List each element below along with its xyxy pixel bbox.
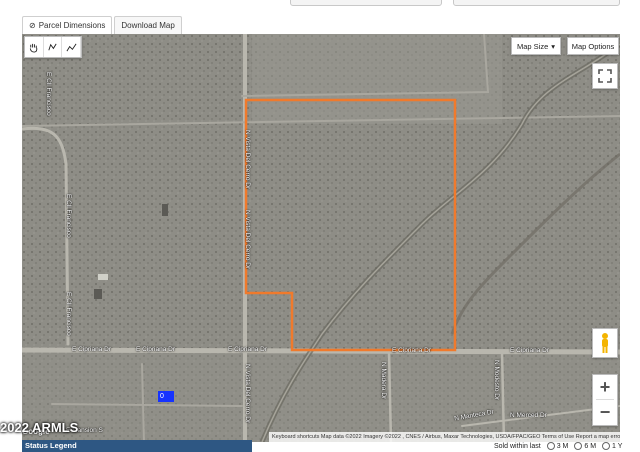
road-label-cll-francisco-3: E Cll Francisco bbox=[65, 292, 72, 336]
road-label-n-madera: N Madera Dr bbox=[380, 362, 387, 400]
road-label-e-cipriana-2: E Cipriana Dr bbox=[136, 346, 176, 353]
road-label-vista-del-cerro-2: N Vista Del Cerro Dr bbox=[244, 210, 251, 270]
radio-icon bbox=[546, 442, 555, 450]
armls-copyright: 2022 ARMLS bbox=[0, 420, 79, 435]
drawing-toolbar bbox=[24, 36, 82, 58]
radio-icon bbox=[574, 442, 583, 450]
no-entry-circle-icon: ⊘ bbox=[29, 21, 36, 30]
chevron-down-icon: ▾ bbox=[551, 41, 556, 51]
sold-within-label: Sold within last bbox=[494, 442, 541, 450]
top-button-right[interactable] bbox=[453, 0, 620, 6]
map-tabs: ⊘ Parcel Dimensions Download Map bbox=[22, 16, 184, 34]
road-label-e-cipriana-5: E Cipriana Dr bbox=[510, 347, 550, 354]
map-imagery bbox=[22, 34, 620, 442]
sold-within-option-1y[interactable]: 1 Y bbox=[602, 442, 622, 450]
fullscreen-button[interactable] bbox=[592, 63, 618, 89]
road-label-vista-del-cerro-3: N Vista Del Cerro Dr bbox=[244, 364, 251, 424]
zoom-control: + − bbox=[592, 374, 618, 426]
sold-within-filter: Sold within last 3 M 6 M 1 Y bbox=[494, 442, 622, 450]
map-options-button[interactable]: Map Options bbox=[567, 37, 619, 55]
zoom-out-button[interactable]: − bbox=[593, 400, 617, 424]
draw-line-icon[interactable] bbox=[62, 37, 82, 57]
road-label-n-merced: N Merced Dr bbox=[510, 412, 547, 419]
sold-within-option-6m[interactable]: 6 M bbox=[574, 442, 596, 450]
tab-parcel-dimensions-label: Parcel Dimensions bbox=[38, 21, 106, 30]
sold-within-option-3m[interactable]: 3 M bbox=[546, 442, 568, 450]
street-view-pegman[interactable] bbox=[592, 328, 618, 358]
road-label-vista-del-cerro-1: N Vista Del Cerro Dr bbox=[244, 130, 251, 190]
road-label-e-cipriana-1: E Cipriana Dr bbox=[72, 346, 112, 353]
map-size-dropdown[interactable]: Map Size ▾ bbox=[511, 37, 561, 55]
tab-parcel-dimensions[interactable]: ⊘ Parcel Dimensions bbox=[22, 16, 113, 34]
radio-icon bbox=[602, 442, 611, 450]
map-options-label: Map Options bbox=[571, 41, 615, 51]
fullscreen-icon bbox=[598, 69, 612, 83]
zoom-in-button[interactable]: + bbox=[593, 375, 617, 399]
status-legend-bar[interactable]: Status Legend bbox=[22, 440, 252, 452]
map-size-label: Map Size bbox=[516, 41, 549, 51]
road-label-cll-francisco-1: E Cll Francisco bbox=[45, 72, 52, 116]
road-label-cll-francisco-2: E Cll Francisco bbox=[65, 194, 72, 238]
listing-marker[interactable]: 0 bbox=[158, 391, 174, 402]
tab-download-map-label: Download Map bbox=[121, 21, 175, 30]
map-attribution[interactable]: Keyboard shortcuts Map data ©2022 Imager… bbox=[269, 432, 620, 442]
top-button-left[interactable] bbox=[290, 0, 442, 6]
road-label-e-cipriana-3: E Cipriana Dr bbox=[228, 346, 268, 353]
tab-download-map[interactable]: Download Map bbox=[114, 16, 182, 34]
draw-shape-icon[interactable] bbox=[44, 37, 63, 57]
road-label-e-cipriana-4: E Cipriana Dr bbox=[392, 347, 432, 354]
road-label-n-modesto: N Modesto Dr bbox=[493, 360, 500, 401]
hand-pan-icon[interactable] bbox=[25, 37, 44, 57]
pegman-icon bbox=[602, 333, 608, 353]
satellite-map[interactable]: E Cipriana Dr E Cipriana Dr E Cipriana D… bbox=[22, 34, 620, 442]
